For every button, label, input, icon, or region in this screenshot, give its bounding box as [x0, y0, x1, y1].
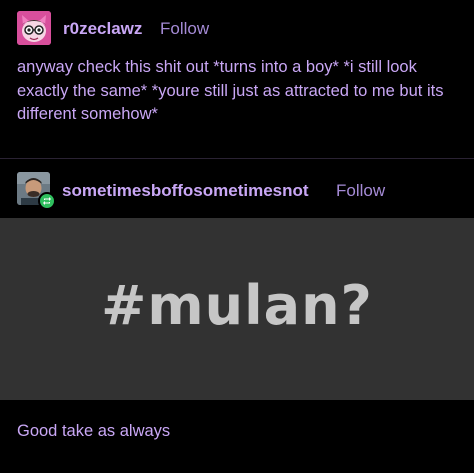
post-image-text: #mulan? — [101, 273, 373, 337]
post-username[interactable]: r0zeclawz — [63, 19, 142, 39]
follow-button[interactable]: Follow — [336, 181, 385, 201]
post-divider — [0, 158, 474, 159]
follow-button[interactable]: Follow — [160, 19, 209, 39]
reblog-icon — [43, 197, 51, 205]
reblog-badge — [38, 192, 56, 210]
reblog-caption-text: Good take as always — [17, 422, 171, 440]
cartoon-cat-avatar-icon — [17, 11, 51, 45]
avatar[interactable] — [17, 11, 51, 45]
post-body-text: anyway check this shit out *turns into a… — [17, 58, 444, 123]
reblog-username[interactable]: sometimesboffosometimesnot — [62, 181, 309, 201]
post-image[interactable]: #mulan? — [0, 218, 474, 400]
post-original: r0zeclawz Follow anyway check this shit … — [0, 0, 474, 160]
